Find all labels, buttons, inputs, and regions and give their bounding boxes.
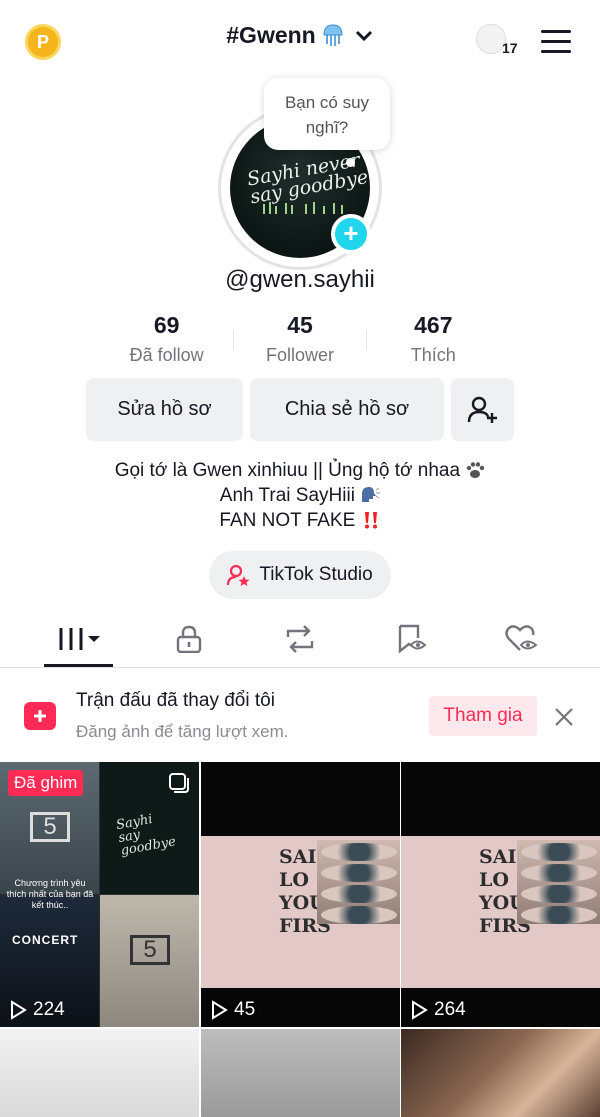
tab-liked[interactable]	[502, 624, 542, 654]
tab-favorites[interactable]	[392, 624, 432, 654]
add-post-icon	[24, 702, 56, 730]
banner-subtitle: Đăng ảnh để tăng lượt xem.	[76, 722, 289, 741]
page-title: #Gwenn	[226, 22, 316, 48]
avatar-decoration	[263, 202, 343, 214]
video-tile[interactable]	[401, 1029, 600, 1117]
tab-private[interactable]	[169, 624, 209, 654]
top-bar: P #Gwenn 17	[0, 0, 600, 80]
multi-photo-icon	[169, 773, 189, 793]
bio-line: Gọi tớ là Gwen xinhiuu || Ủng hộ tớ nhaa	[114, 460, 461, 481]
eyes-image	[517, 840, 600, 924]
add-story-button[interactable]: +	[331, 214, 371, 254]
play-icon	[11, 1000, 27, 1020]
heart-eye-icon	[505, 625, 538, 651]
bio-line: Anh Trai SayHiii	[219, 485, 355, 506]
view-count: 224	[9, 999, 65, 1021]
stat-followers[interactable]: 45 Follower	[233, 312, 366, 372]
thought-text: Bạn có suy nghĩ?	[284, 93, 370, 137]
video-tile[interactable]: SAI LO YOU FIRS 45	[201, 762, 400, 1027]
lock-icon	[176, 625, 202, 653]
add-friend-button[interactable]	[451, 378, 514, 441]
play-icon	[212, 1000, 228, 1020]
paw-icon	[467, 462, 485, 478]
stat-value: 45	[287, 312, 313, 338]
active-tab-indicator	[44, 664, 113, 667]
thought-bubble[interactable]: Bạn có suy nghĩ?	[264, 78, 390, 150]
speaking-head-icon	[362, 487, 381, 502]
stat-following[interactable]: 69 Đã follow	[100, 312, 233, 372]
username: @gwen.sayhii	[225, 266, 375, 293]
concert-text: CONCERT	[12, 933, 79, 947]
video-tile[interactable]: 5 Sayhi say goodbye CONCERT 5 Chương trìn…	[0, 762, 199, 1027]
eyes-image	[317, 840, 400, 924]
tab-videos[interactable]	[58, 624, 104, 654]
divider	[366, 330, 367, 350]
pinned-badge: Đã ghim	[8, 770, 84, 796]
tab-reposts[interactable]	[280, 624, 320, 654]
join-button[interactable]: Tham gia	[429, 696, 537, 736]
share-profile-button[interactable]: Chia sẻ hồ sơ	[250, 378, 444, 441]
video-caption: Chương trình yêu thích nhất của bạn đã k…	[6, 878, 94, 910]
stat-label: Đã follow	[129, 345, 204, 365]
notification-button[interactable]: 17	[476, 22, 522, 58]
tiktok-studio-button[interactable]: TikTok Studio	[209, 551, 391, 599]
stats-row: 69 Đã follow 45 Follower 467 Thích	[100, 312, 500, 372]
view-count: 45	[210, 999, 255, 1021]
stat-label: Thích	[410, 345, 456, 365]
divider	[233, 330, 234, 350]
stat-value: 69	[153, 312, 180, 338]
add-user-icon	[467, 396, 497, 423]
bio: Gọi tớ là Gwen xinhiuu || Ủng hộ tớ nhaa…	[0, 458, 600, 533]
thought-bubble-dot	[346, 158, 355, 167]
collage-photo: 5	[100, 895, 199, 1027]
view-count: 264	[410, 999, 466, 1021]
bookmark-eye-icon	[398, 624, 427, 654]
banner-title: Trận đấu đã thay đổi tôi	[76, 690, 275, 711]
chevron-down-icon	[355, 30, 372, 41]
double-exclamation-icon	[364, 512, 377, 529]
studio-user-icon	[227, 564, 250, 586]
content-tabs	[0, 612, 600, 668]
menu-icon[interactable]	[541, 30, 571, 53]
stat-label: Follower	[265, 345, 334, 365]
challenge-banner[interactable]: Trận đấu đã thay đổi tôi Đăng ảnh để tăn…	[0, 670, 600, 760]
video-tile[interactable]: SAI LO YOU FIRS 264	[401, 762, 600, 1027]
video-tile[interactable]	[0, 1029, 199, 1117]
studio-label: TikTok Studio	[259, 564, 373, 585]
stat-likes[interactable]: 467 Thích	[367, 312, 500, 372]
grid-icon	[59, 628, 100, 650]
close-icon[interactable]	[553, 706, 575, 728]
jellyfish-icon	[323, 23, 343, 46]
play-icon	[412, 1000, 428, 1020]
edit-profile-button[interactable]: Sửa hồ sơ	[86, 378, 243, 441]
bio-line: FAN NOT FAKE	[219, 510, 356, 531]
repost-icon	[286, 625, 314, 653]
video-tile[interactable]	[201, 1029, 400, 1117]
notification-count: 17	[502, 40, 518, 56]
stat-value: 467	[414, 312, 453, 338]
